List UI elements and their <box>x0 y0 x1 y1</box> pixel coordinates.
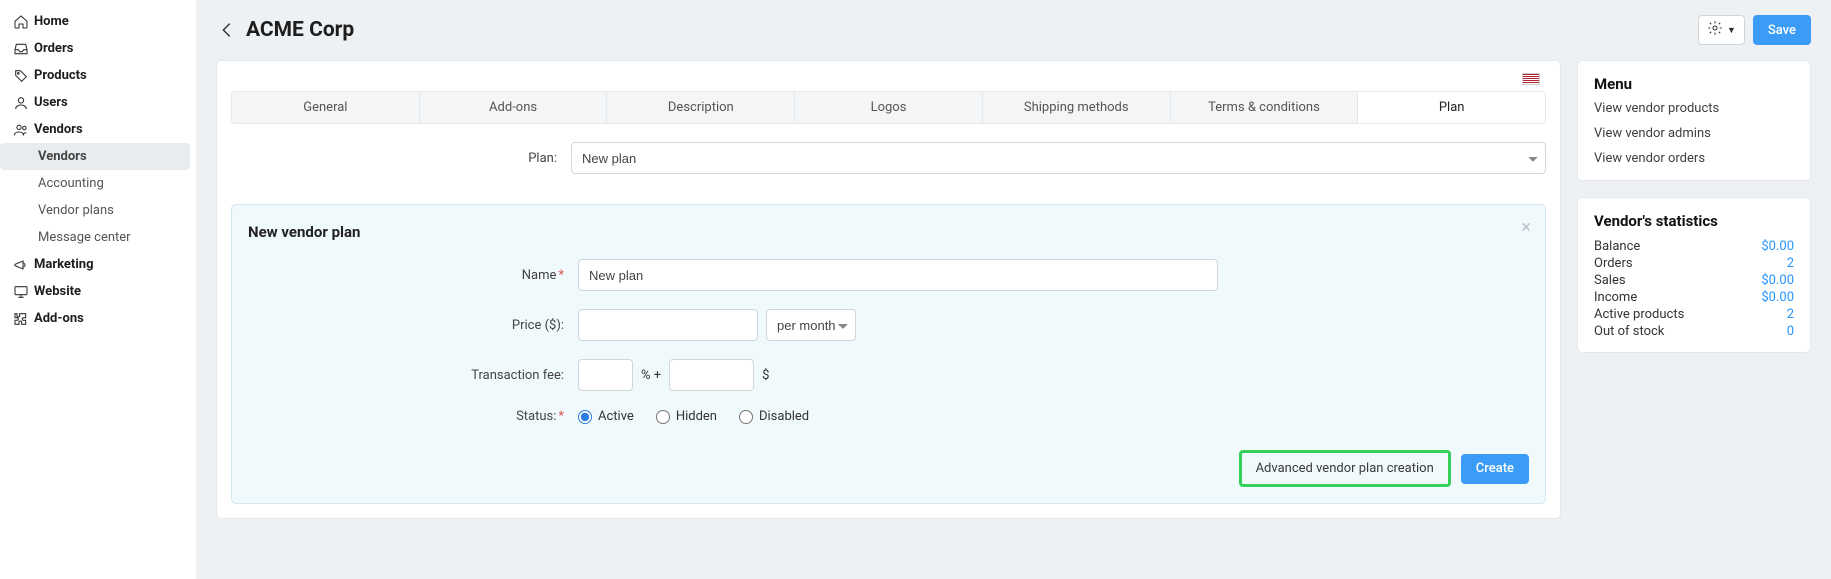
vendor-edit-card: General Add-ons Description Logos Shippi… <box>216 60 1561 519</box>
page-header: ACME Corp ▼ Save <box>216 0 1811 60</box>
sidebar-subitem-vendor-plans[interactable]: Vendor plans <box>0 197 190 224</box>
status-label: Status:* <box>248 409 578 424</box>
menu-card-title: Menu <box>1578 61 1810 101</box>
megaphone-icon <box>8 257 34 273</box>
sidebar-item-label: Vendors <box>34 122 83 137</box>
name-label: Name* <box>248 268 578 283</box>
tab-plan[interactable]: Plan <box>1358 92 1545 123</box>
menu-link-products[interactable]: View vendor products <box>1594 101 1794 116</box>
user-icon <box>8 95 34 111</box>
stat-out-of-stock-value[interactable]: 0 <box>1787 324 1794 339</box>
status-disabled[interactable]: Disabled <box>739 409 809 424</box>
main: ACME Corp ▼ Save General Add-ons Descrip… <box>196 0 1831 579</box>
sidebar-item-label: Add-ons <box>34 311 84 326</box>
advanced-plan-link[interactable]: Advanced vendor plan creation <box>1239 450 1451 487</box>
gear-icon <box>1707 20 1723 40</box>
sidebar-subitem-message-center[interactable]: Message center <box>0 224 190 251</box>
users-icon <box>8 122 34 138</box>
status-radio-group: Active Hidden Disabled <box>578 409 1529 424</box>
price-label: Price ($): <box>248 318 578 333</box>
percent-plus-label: % + <box>641 368 661 383</box>
tab-terms[interactable]: Terms & conditions <box>1171 92 1359 123</box>
stat-orders: Orders2 <box>1578 255 1810 272</box>
currency-label: $ <box>762 368 769 383</box>
txn-percent-input[interactable] <box>578 359 633 391</box>
monitor-icon <box>8 284 34 300</box>
tab-shipping[interactable]: Shipping methods <box>983 92 1171 123</box>
plan-label: Plan: <box>231 151 571 166</box>
sidebar-item-label: Orders <box>34 41 73 56</box>
sidebar-subitem-label: Accounting <box>38 176 104 191</box>
sidebar-item-website[interactable]: Website <box>0 278 196 305</box>
home-icon <box>8 14 34 30</box>
txn-label: Transaction fee: <box>248 368 578 383</box>
tab-description[interactable]: Description <box>607 92 795 123</box>
stat-active-products-value[interactable]: 2 <box>1787 307 1794 322</box>
stat-sales-value[interactable]: $0.00 <box>1761 273 1794 288</box>
close-icon[interactable]: × <box>1521 217 1531 238</box>
inbox-icon <box>8 41 34 57</box>
us-flag-icon[interactable] <box>1522 73 1540 85</box>
period-select[interactable]: per month <box>766 309 856 341</box>
sidebar-subitem-label: Vendors <box>38 149 87 164</box>
chevron-down-icon: ▼ <box>1727 25 1736 36</box>
back-icon[interactable] <box>216 19 238 41</box>
stat-active-products: Active products2 <box>1578 306 1810 323</box>
stat-income: Income$0.00 <box>1578 289 1810 306</box>
sidebar-subitem-vendors[interactable]: Vendors <box>0 143 190 170</box>
stat-income-value[interactable]: $0.00 <box>1761 290 1794 305</box>
tab-addons[interactable]: Add-ons <box>420 92 608 123</box>
sidebar-subitem-accounting[interactable]: Accounting <box>0 170 190 197</box>
sidebar-subitem-label: Vendor plans <box>38 203 114 218</box>
new-plan-panel: × New vendor plan Name* Price ($): per m… <box>231 204 1546 504</box>
sidebar-item-label: Users <box>34 95 68 110</box>
stat-sales: Sales$0.00 <box>1578 272 1810 289</box>
status-active[interactable]: Active <box>578 409 634 424</box>
stat-balance-value[interactable]: $0.00 <box>1761 239 1794 254</box>
name-input[interactable] <box>578 259 1218 291</box>
stats-card-title: Vendor's statistics <box>1578 198 1810 238</box>
tab-general[interactable]: General <box>232 92 420 123</box>
create-button[interactable]: Create <box>1461 454 1529 484</box>
plan-select[interactable]: New plan <box>571 142 1546 174</box>
tag-icon <box>8 68 34 84</box>
sidebar-item-products[interactable]: Products <box>0 62 196 89</box>
save-button[interactable]: Save <box>1753 15 1811 45</box>
menu-card: Menu View vendor products View vendor ad… <box>1577 60 1811 181</box>
sidebar-item-marketing[interactable]: Marketing <box>0 251 196 278</box>
tab-logos[interactable]: Logos <box>795 92 983 123</box>
sidebar-item-orders[interactable]: Orders <box>0 35 196 62</box>
sidebar-item-home[interactable]: Home <box>0 8 196 35</box>
tabs: General Add-ons Description Logos Shippi… <box>231 91 1546 124</box>
status-hidden[interactable]: Hidden <box>656 409 717 424</box>
menu-link-orders[interactable]: View vendor orders <box>1594 151 1794 166</box>
price-input[interactable] <box>578 309 758 341</box>
sidebar-item-vendors[interactable]: Vendors <box>0 116 196 143</box>
page-title: ACME Corp <box>246 18 354 42</box>
puzzle-icon <box>8 311 34 327</box>
sidebar-item-label: Products <box>34 68 87 83</box>
sidebar-item-label: Home <box>34 14 69 29</box>
new-plan-title: New vendor plan <box>248 223 1529 241</box>
menu-link-admins[interactable]: View vendor admins <box>1594 126 1794 141</box>
sidebar-item-label: Website <box>34 284 81 299</box>
settings-button[interactable]: ▼ <box>1698 15 1745 45</box>
stat-balance: Balance$0.00 <box>1578 238 1810 255</box>
stats-card: Vendor's statistics Balance$0.00 Orders2… <box>1577 197 1811 353</box>
stat-out-of-stock: Out of stock0 <box>1578 323 1810 340</box>
txn-fixed-input[interactable] <box>669 359 754 391</box>
sidebar-item-label: Marketing <box>34 257 94 272</box>
stat-orders-value[interactable]: 2 <box>1787 256 1794 271</box>
sidebar-item-users[interactable]: Users <box>0 89 196 116</box>
sidebar-subitem-label: Message center <box>38 230 131 245</box>
sidebar-item-addons[interactable]: Add-ons <box>0 305 196 332</box>
sidebar: Home Orders Products Users Vendors Vendo… <box>0 0 196 579</box>
